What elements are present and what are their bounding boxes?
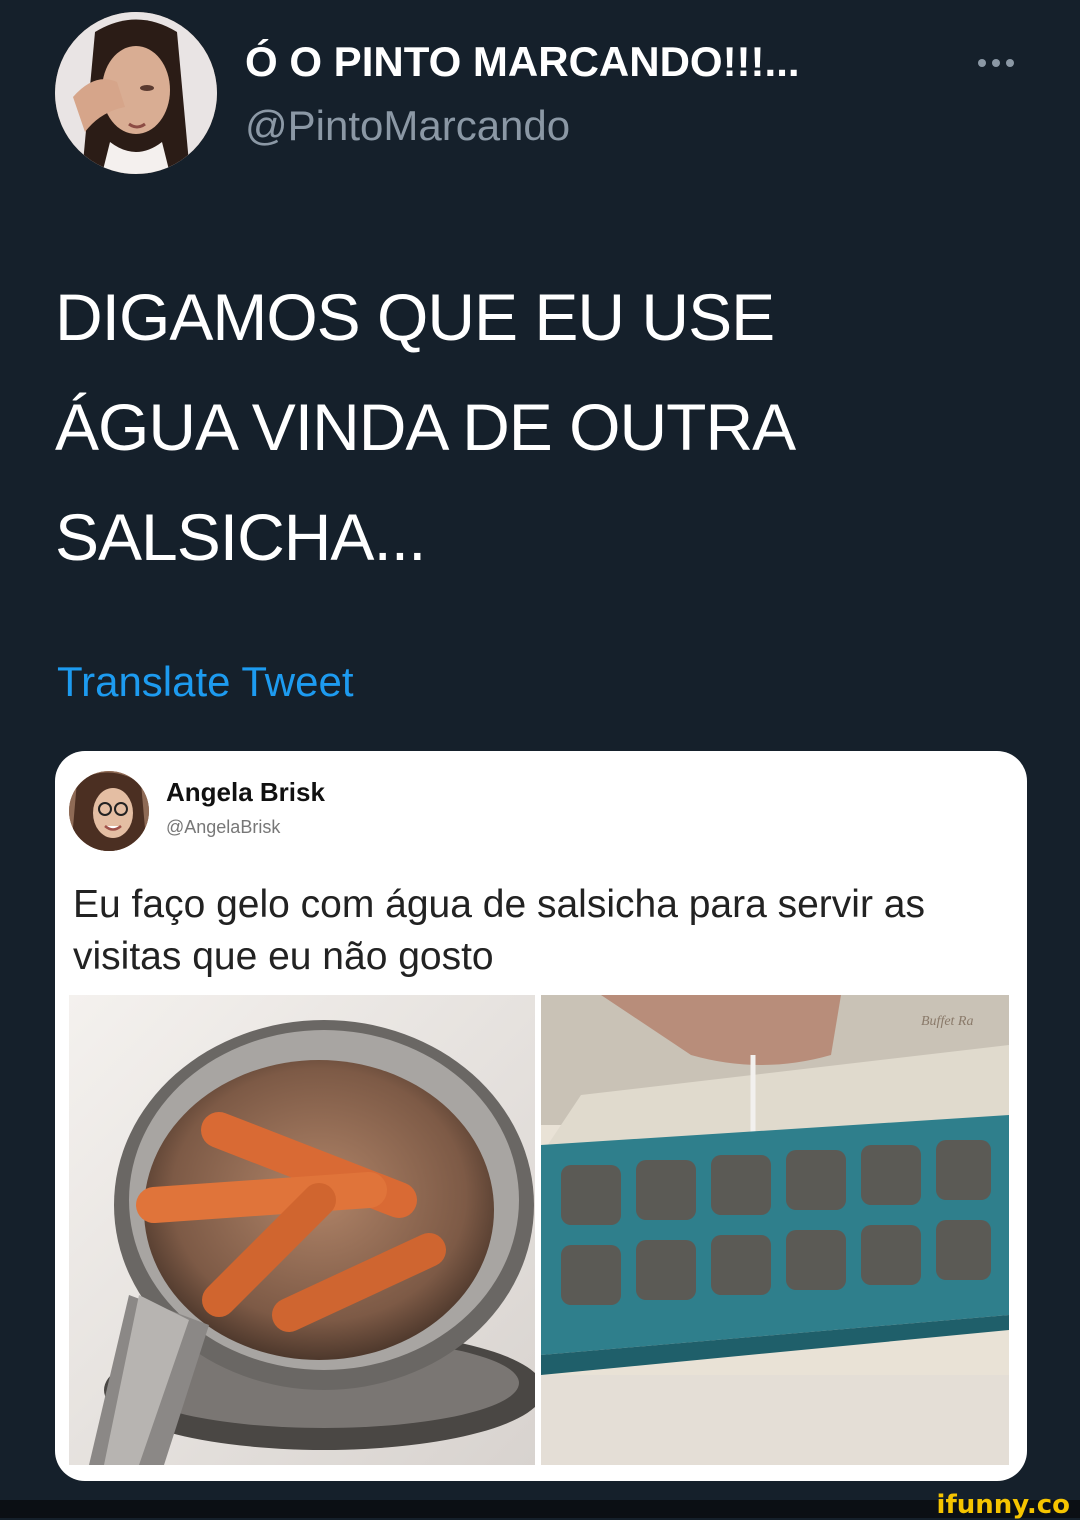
quoted-display-name: Angela Brisk	[166, 777, 325, 807]
more-dots-icon	[1006, 59, 1014, 67]
quoted-handle: @AngelaBrisk	[166, 817, 281, 837]
author-handle[interactable]: @PintoMarcando	[245, 102, 570, 150]
avatar[interactable]	[55, 12, 217, 174]
author-display-name[interactable]: Ó O PINTO MARCANDO!!!...	[245, 38, 800, 86]
tray-label: Buffet Ra	[921, 1014, 974, 1029]
quoted-tweet-card[interactable]: Angela Brisk @AngelaBrisk Eu faço gelo c…	[55, 751, 1027, 1481]
more-dots-icon	[978, 59, 986, 67]
sausage-pot-photo	[69, 995, 535, 1465]
quoted-media: Buffet Ra	[69, 995, 1009, 1465]
quoted-avatar	[69, 771, 149, 851]
more-options-button[interactable]	[968, 48, 1024, 78]
translate-tweet-link[interactable]: Translate Tweet	[57, 658, 353, 706]
ice-tray-photo: Buffet Ra	[541, 995, 1009, 1465]
watermark-bar	[0, 1500, 1080, 1518]
quoted-tweet-text: Eu faço gelo com água de salsicha para s…	[73, 883, 925, 978]
more-dots-icon	[992, 59, 1000, 67]
tweet-text: DIGAMOS QUE EU USE ÁGUA VINDA DE OUTRA S…	[55, 280, 796, 574]
ifunny-watermark: ifunny.co	[936, 1490, 1070, 1520]
